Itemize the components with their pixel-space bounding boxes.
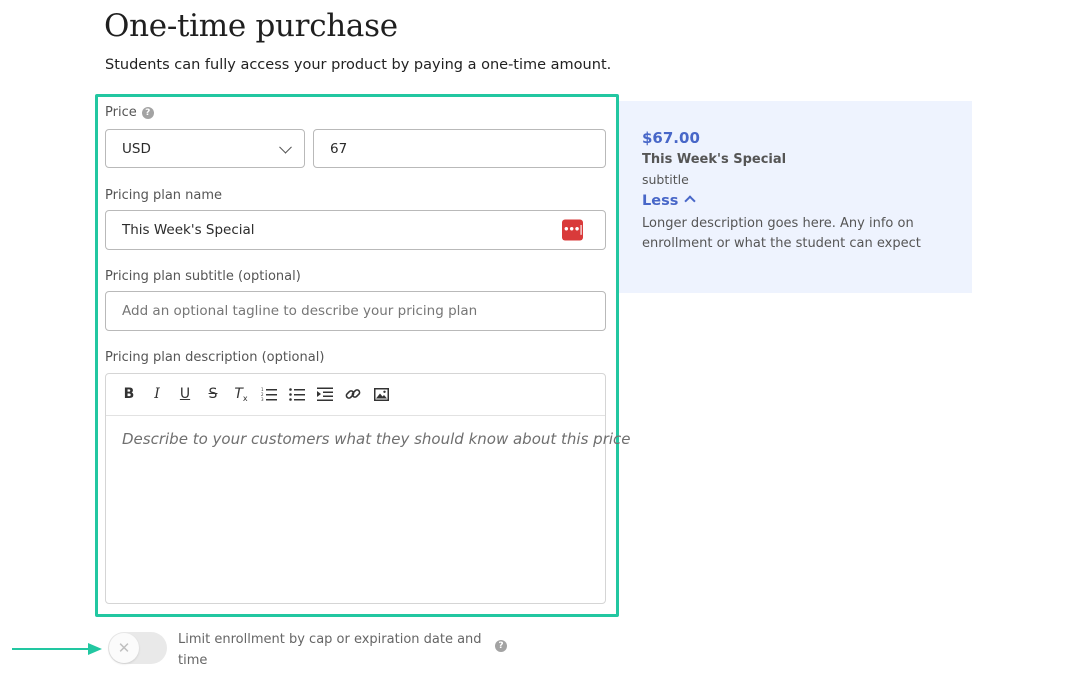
italic-icon[interactable]: I bbox=[148, 385, 166, 403]
plan-name-input[interactable]: This Week's Special •••| bbox=[105, 210, 606, 250]
chevron-down-icon bbox=[279, 140, 292, 154]
price-label-row: Price? bbox=[105, 105, 154, 120]
plan-name-value: This Week's Special bbox=[122, 222, 255, 238]
price-amount-value: 67 bbox=[330, 140, 348, 157]
editor-toolbar: B I U S Tx 123 bbox=[106, 374, 605, 416]
page-subtitle: Students can fully access your product b… bbox=[105, 57, 612, 73]
clear-format-icon[interactable]: Tx bbox=[232, 385, 250, 403]
preview-plan-name: This Week's Special bbox=[642, 152, 787, 167]
plan-name-label: Pricing plan name bbox=[105, 188, 223, 203]
strikethrough-icon[interactable]: S bbox=[204, 385, 222, 403]
page: One-time purchase Students can fully acc… bbox=[0, 0, 1066, 680]
annotation-arrow-line bbox=[12, 648, 92, 650]
ordered-list-icon[interactable]: 123 bbox=[260, 385, 278, 403]
password-manager-icon[interactable]: •••| bbox=[562, 219, 583, 241]
limit-enrollment-label: Limit enrollment by cap or expiration da… bbox=[178, 632, 482, 668]
preview-less-toggle[interactable]: Less bbox=[642, 193, 697, 209]
chevron-up-icon bbox=[684, 195, 697, 207]
preview-less-label: Less bbox=[642, 193, 679, 209]
preview-description: Longer description goes here. Any info o… bbox=[642, 216, 921, 251]
price-label: Price bbox=[105, 105, 137, 120]
preview-subtitle: subtitle bbox=[642, 172, 689, 187]
currency-select[interactable]: USD bbox=[105, 129, 305, 168]
underline-icon[interactable]: U bbox=[176, 385, 194, 403]
link-icon[interactable] bbox=[344, 385, 362, 403]
bold-icon[interactable]: B bbox=[120, 385, 138, 403]
svg-text:3: 3 bbox=[261, 397, 264, 401]
pricing-preview-card: $67.00 This Week's Special subtitle Less… bbox=[619, 101, 972, 293]
plan-subtitle-input[interactable]: Add an optional tagline to describe your… bbox=[105, 291, 606, 331]
help-icon[interactable]: ? bbox=[141, 107, 154, 119]
page-title: One-time purchase bbox=[104, 8, 398, 44]
plan-description-placeholder: Describe to your customers what they sho… bbox=[122, 430, 631, 448]
preview-price: $67.00 bbox=[642, 129, 700, 147]
image-icon[interactable] bbox=[372, 385, 390, 403]
help-icon[interactable]: ? bbox=[495, 640, 507, 652]
plan-subtitle-label: Pricing plan subtitle (optional) bbox=[105, 269, 301, 284]
plan-subtitle-placeholder: Add an optional tagline to describe your… bbox=[122, 303, 478, 319]
bullet-list-icon[interactable] bbox=[288, 385, 306, 403]
price-amount-input[interactable]: 67 bbox=[313, 129, 606, 168]
plan-description-editor[interactable]: B I U S Tx 123 Describe to your customer… bbox=[105, 373, 631, 604]
currency-value: USD bbox=[122, 140, 151, 157]
close-icon: ✕ bbox=[109, 633, 139, 663]
indent-icon[interactable] bbox=[316, 385, 334, 403]
enrollment-help[interactable]: ? bbox=[495, 634, 507, 653]
limit-enrollment-toggle[interactable]: ✕ bbox=[108, 632, 167, 664]
plan-description-label: Pricing plan description (optional) bbox=[105, 350, 325, 365]
annotation-arrow-head bbox=[88, 643, 102, 655]
